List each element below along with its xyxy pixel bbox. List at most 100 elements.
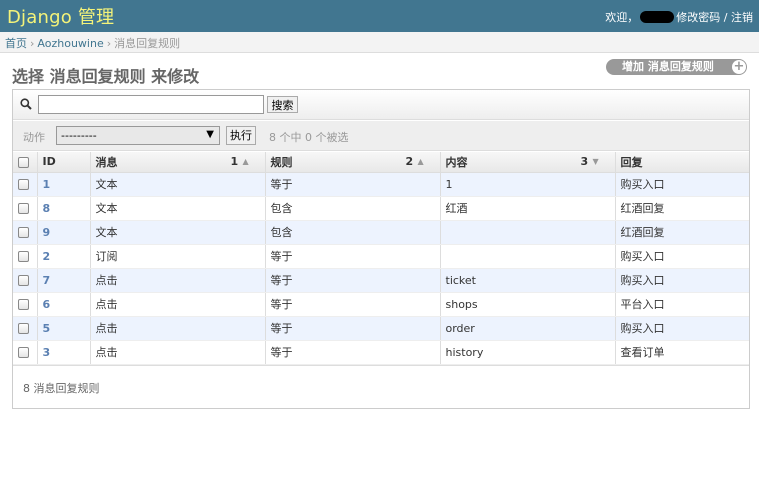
table-row: 5 点击 等于 order 购买入口 <box>13 316 749 341</box>
table-row: 1 文本 等于 1 购买入口 <box>13 172 749 197</box>
breadcrumb-home[interactable]: 首页 <box>5 37 27 50</box>
id-cell: 2 <box>36 244 90 269</box>
row-checkbox[interactable] <box>18 275 29 286</box>
content-cell: ticket <box>439 268 615 293</box>
redacted-username <box>640 11 675 23</box>
id-cell: 3 <box>36 340 90 365</box>
row-id-link[interactable]: 6 <box>43 298 51 311</box>
table-row: 3 点击 等于 history 查看订单 <box>13 340 749 365</box>
column-header-content[interactable]: 内容 3 ▼ <box>439 152 615 173</box>
rule-cell: 等于 <box>264 244 440 269</box>
message-cell: 文本 <box>89 196 265 221</box>
search-button[interactable]: 搜索 <box>267 96 298 113</box>
id-cell: 5 <box>36 316 90 341</box>
column-header-rule[interactable]: 规则 2 ▲ <box>264 152 440 173</box>
select-all-header <box>13 152 37 173</box>
breadcrumb: 首页 › Aozhouwine › 消息回复规则 <box>0 32 759 53</box>
action-select-value: --------- <box>61 129 97 142</box>
changelist: 搜索 动作 --------- ▼ 执行 8 个中 0 个被选 ID 消息 1 … <box>12 89 750 409</box>
content-cell <box>439 220 615 245</box>
rule-cell: 等于 <box>264 316 440 341</box>
column-label: 规则 <box>270 155 293 169</box>
sort-ascending-icon[interactable]: ▲ <box>243 157 249 166</box>
row-select-cell <box>13 172 37 197</box>
table-row: 7 点击 等于 ticket 购买入口 <box>13 268 749 293</box>
rule-cell: 等于 <box>264 292 440 317</box>
row-select-cell <box>13 340 37 365</box>
row-checkbox[interactable] <box>18 299 29 310</box>
message-cell: 文本 <box>89 172 265 197</box>
content-cell <box>439 244 615 269</box>
row-id-link[interactable]: 5 <box>43 322 51 335</box>
column-label: 消息 <box>95 155 118 169</box>
paginator: 8 消息回复规则 <box>13 365 749 408</box>
logout-link[interactable]: 注销 <box>731 11 753 24</box>
id-cell: 8 <box>36 196 90 221</box>
rule-cell: 包含 <box>264 196 440 221</box>
content-cell: 1 <box>439 172 615 197</box>
reply-cell: 红酒回复 <box>614 196 749 221</box>
message-cell: 点击 <box>89 292 265 317</box>
actions-label: 动作 <box>23 131 45 144</box>
row-checkbox[interactable] <box>18 251 29 262</box>
row-select-cell <box>13 292 37 317</box>
row-id-link[interactable]: 9 <box>43 226 51 239</box>
row-id-link[interactable]: 8 <box>43 202 51 215</box>
row-checkbox[interactable] <box>18 203 29 214</box>
row-select-cell <box>13 220 37 245</box>
change-password-link[interactable]: 修改密码 <box>676 11 720 24</box>
breadcrumb-separator: › <box>106 37 112 50</box>
row-id-link[interactable]: 3 <box>43 346 51 359</box>
content-cell: 红酒 <box>439 196 615 221</box>
content-cell: history <box>439 340 615 365</box>
column-header-reply[interactable]: 回复 <box>614 152 749 173</box>
table-row: 6 点击 等于 shops 平台入口 <box>13 292 749 317</box>
search-input[interactable] <box>38 95 264 114</box>
plus-icon: + <box>732 59 746 74</box>
breadcrumb-separator: › <box>30 37 35 50</box>
row-checkbox[interactable] <box>18 347 29 358</box>
row-id-link[interactable]: 2 <box>43 250 51 263</box>
breadcrumb-app[interactable]: Aozhouwine <box>37 37 103 50</box>
message-cell: 文本 <box>89 220 265 245</box>
chevron-down-icon: ▼ <box>206 129 214 140</box>
reply-cell: 购买入口 <box>614 316 749 341</box>
site-branding[interactable]: Django 管理 <box>7 3 114 29</box>
column-header-message[interactable]: 消息 1 ▲ <box>89 152 265 173</box>
table-row: 9 文本 包含 红酒回复 <box>13 220 749 245</box>
row-checkbox[interactable] <box>18 227 29 238</box>
row-checkbox[interactable] <box>18 179 29 190</box>
sort-priority[interactable]: 3 <box>581 155 589 168</box>
row-select-cell <box>13 196 37 221</box>
user-tools-separator: / <box>723 11 728 24</box>
table-row: 2 订阅 等于 购买入口 <box>13 244 749 269</box>
row-select-cell <box>13 244 37 269</box>
row-checkbox[interactable] <box>18 323 29 334</box>
reply-cell: 查看订单 <box>614 340 749 365</box>
row-id-link[interactable]: 7 <box>43 274 51 287</box>
rule-cell: 等于 <box>264 268 440 293</box>
rule-cell: 等于 <box>264 172 440 197</box>
sort-priority[interactable]: 1 <box>231 155 239 168</box>
message-cell: 订阅 <box>89 244 265 269</box>
select-all-checkbox[interactable] <box>18 156 29 168</box>
sort-descending-icon[interactable]: ▼ <box>593 157 599 166</box>
rule-cell: 等于 <box>264 340 440 365</box>
page-title: 选择 消息回复规则 来修改 <box>12 67 200 86</box>
results-table: ID 消息 1 ▲ 规则 2 ▲ 内容 3 ▼ 回复 1 文本 等于 1 购买入… <box>13 152 749 365</box>
message-cell: 点击 <box>89 316 265 341</box>
user-tools: 欢迎， 修改密码 / 注销 <box>605 9 753 25</box>
row-select-cell <box>13 268 37 293</box>
id-cell: 9 <box>36 220 90 245</box>
content-cell: order <box>439 316 615 341</box>
add-rule-button[interactable]: 增加 消息回复规则 + <box>606 59 747 75</box>
action-select[interactable]: --------- ▼ <box>56 126 220 145</box>
row-id-link[interactable]: 1 <box>43 178 51 191</box>
selection-counter: 8 个中 0 个被选 <box>269 131 349 144</box>
run-action-button[interactable]: 执行 <box>226 126 256 145</box>
rule-cell: 包含 <box>264 220 440 245</box>
sort-priority[interactable]: 2 <box>406 155 414 168</box>
reply-cell: 购买入口 <box>614 268 749 293</box>
column-header-id[interactable]: ID <box>36 152 90 173</box>
sort-ascending-icon[interactable]: ▲ <box>418 157 424 166</box>
